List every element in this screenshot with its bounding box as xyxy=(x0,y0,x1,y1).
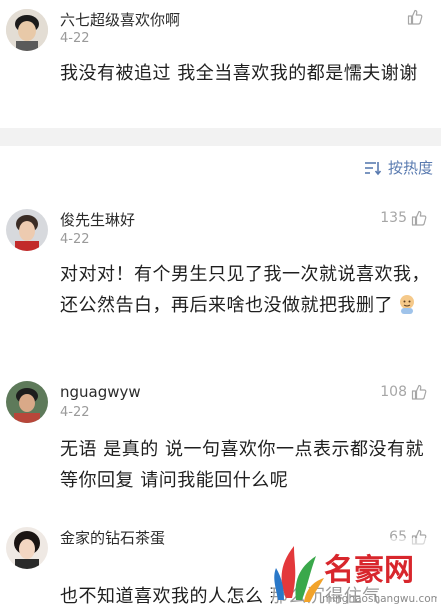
comment-text: 无语 是真的 说一句喜欢你一点表示都没有就等你回复 请问我能回什么呢 xyxy=(60,439,424,491)
watermark-brand: 名豪网 xyxy=(324,553,414,588)
comment-author[interactable]: nguagwyw xyxy=(60,383,141,401)
comment-author[interactable]: 金家的钻石茶蛋 xyxy=(60,527,165,548)
like-button[interactable]: 135 xyxy=(380,210,427,226)
thumb-up-icon xyxy=(407,9,423,25)
like-count: 108 xyxy=(380,384,407,400)
like-count: 135 xyxy=(380,210,407,226)
sort-button[interactable]: 按热度 xyxy=(364,157,433,178)
sort-label: 按热度 xyxy=(387,159,433,177)
avatar[interactable] xyxy=(6,9,48,51)
comment-date: 4-22 xyxy=(60,31,90,46)
watermark-url: minghaoshangwu.com xyxy=(322,593,437,605)
comment-text: 我没有被追过 我全当喜欢我的都是懦夫谢谢 xyxy=(60,63,418,84)
comment-text: 对对对！有个男生只见了我一次就说喜欢我，还公然告白，再后来啥也没做就把我删了 xyxy=(60,259,432,321)
thumb-up-icon xyxy=(411,210,427,226)
avatar[interactable] xyxy=(6,381,48,423)
sort-icon xyxy=(364,161,382,175)
section-divider xyxy=(0,128,441,146)
comment-date: 4-22 xyxy=(60,232,90,247)
watermark-logo: 名豪网 minghaoshangwu.com xyxy=(272,538,441,610)
avatar[interactable] xyxy=(6,209,48,251)
avatar-image xyxy=(6,9,48,51)
comment-author[interactable]: 六七超级喜欢你啊 xyxy=(60,9,180,30)
like-button[interactable] xyxy=(407,9,427,25)
avatar-image xyxy=(6,527,48,569)
avatar-image xyxy=(6,209,48,251)
like-button[interactable]: 108 xyxy=(380,384,427,400)
avatar[interactable] xyxy=(6,527,48,569)
comment-date: 4-22 xyxy=(60,405,90,420)
avatar-image xyxy=(6,381,48,423)
watermark-logo-image: 名豪网 minghaoshangwu.com xyxy=(272,538,441,610)
comment-author[interactable]: 俊先生琳好 xyxy=(60,209,135,230)
thumb-up-icon xyxy=(411,384,427,400)
comment-text-body: 对对对！有个男生只见了我一次就说喜欢我，还公然告白，再后来啥也没做就把我删了 xyxy=(60,264,430,316)
baby-emoji-icon xyxy=(400,295,414,314)
